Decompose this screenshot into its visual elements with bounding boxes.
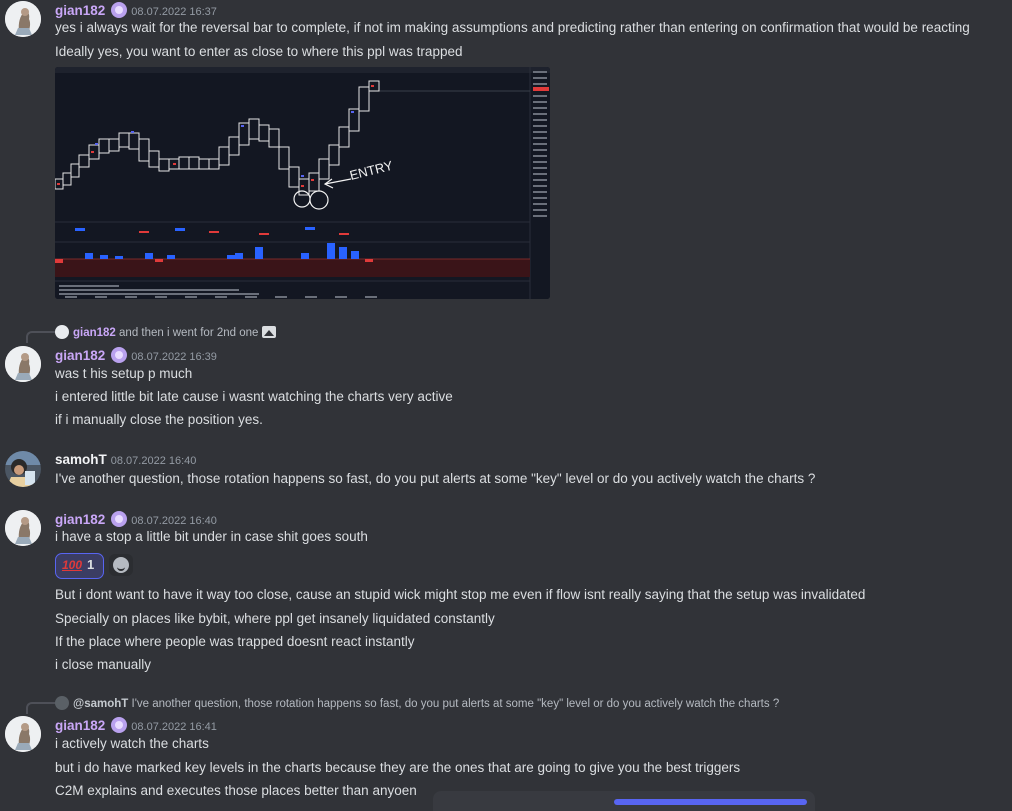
nitro-badge-icon[interactable] (111, 347, 128, 363)
message-text: if i manually close the position yes. (55, 412, 263, 427)
message-text: i close manually (55, 657, 152, 672)
avatar-image (5, 1, 41, 37)
reply-avatar (55, 325, 69, 339)
add-reaction-button[interactable] (109, 554, 133, 576)
avatar-image (5, 346, 41, 382)
reply-author[interactable]: @samohT (73, 698, 128, 710)
message-text: yes i always wait for the reversal bar t… (55, 20, 970, 35)
reply-text[interactable]: and then i went for 2nd one (119, 327, 258, 339)
reply-preview[interactable]: gian182 and then i went for 2nd one (55, 325, 277, 339)
message-text: i have a stop a little bit under in case… (55, 529, 368, 544)
reply-author[interactable]: gian182 (73, 327, 116, 339)
message-header: samohT 08.07.2022 16:40 (55, 452, 196, 467)
timestamp[interactable]: 08.07.2022 16:37 (131, 6, 217, 18)
message-header: gian182 08.07.2022 16:37 (55, 2, 217, 18)
message-text: i actively watch the charts (55, 736, 209, 751)
jump-to-present-button[interactable] (614, 799, 807, 805)
user-avatar[interactable] (5, 716, 41, 752)
message-text: i entered little bit late cause i wasnt … (55, 389, 453, 404)
reaction-count: 1 (87, 557, 95, 572)
reply-text[interactable]: I've another question, those rotation ha… (132, 698, 780, 710)
message-header: gian182 08.07.2022 16:39 (55, 347, 217, 363)
username[interactable]: gian182 (55, 718, 105, 733)
message-header: gian182 08.07.2022 16:40 (55, 511, 217, 527)
user-avatar[interactable] (5, 510, 41, 546)
image-icon (262, 326, 277, 338)
message-text: But i dont want to have it way too close… (55, 587, 866, 602)
message-text: If the place where people was trapped do… (55, 634, 415, 649)
user-avatar[interactable] (5, 451, 41, 487)
nitro-badge-icon[interactable] (111, 511, 128, 527)
hundred-points-emoji-icon: 100 (62, 558, 83, 572)
message-header: gian182 08.07.2022 16:41 (55, 717, 217, 733)
message-text: Specially on places like bybit, where pp… (55, 611, 495, 626)
username[interactable]: gian182 (55, 348, 105, 363)
nitro-badge-icon[interactable] (111, 2, 128, 18)
reply-avatar (55, 696, 69, 710)
username[interactable]: gian182 (55, 512, 105, 527)
message-text: but i do have marked key levels in the c… (55, 760, 741, 775)
reply-spine (26, 702, 56, 714)
timestamp[interactable]: 08.07.2022 16:41 (131, 721, 217, 733)
user-avatar[interactable] (5, 346, 41, 382)
username[interactable]: gian182 (55, 3, 105, 18)
timestamp[interactable]: 08.07.2022 16:40 (131, 515, 217, 527)
message-text: was t his setup p much (55, 366, 193, 381)
avatar-image (5, 716, 41, 752)
message-text: Ideally yes, you want to enter as close … (55, 44, 463, 59)
timestamp[interactable]: 08.07.2022 16:39 (131, 351, 217, 363)
reply-preview[interactable]: @samohT I've another question, those rot… (55, 696, 779, 710)
message-text: I've another question, those rotation ha… (55, 471, 816, 486)
avatar-image (5, 510, 41, 546)
nitro-badge-icon[interactable] (111, 717, 128, 733)
jump-to-present-bar[interactable] (433, 791, 815, 811)
trading-chart-screenshot: ENTRY (55, 67, 550, 299)
username[interactable]: samohT (55, 452, 107, 467)
user-avatar[interactable] (5, 1, 41, 37)
smiley-face-icon (113, 557, 129, 573)
reaction-100[interactable]: 100 1 (55, 553, 104, 579)
timestamp[interactable]: 08.07.2022 16:40 (111, 455, 197, 467)
message-text: C2M explains and executes those places b… (55, 783, 417, 798)
chart-image-attachment[interactable]: ENTRY (55, 67, 550, 299)
reply-spine (26, 331, 56, 343)
avatar-image (5, 451, 41, 487)
